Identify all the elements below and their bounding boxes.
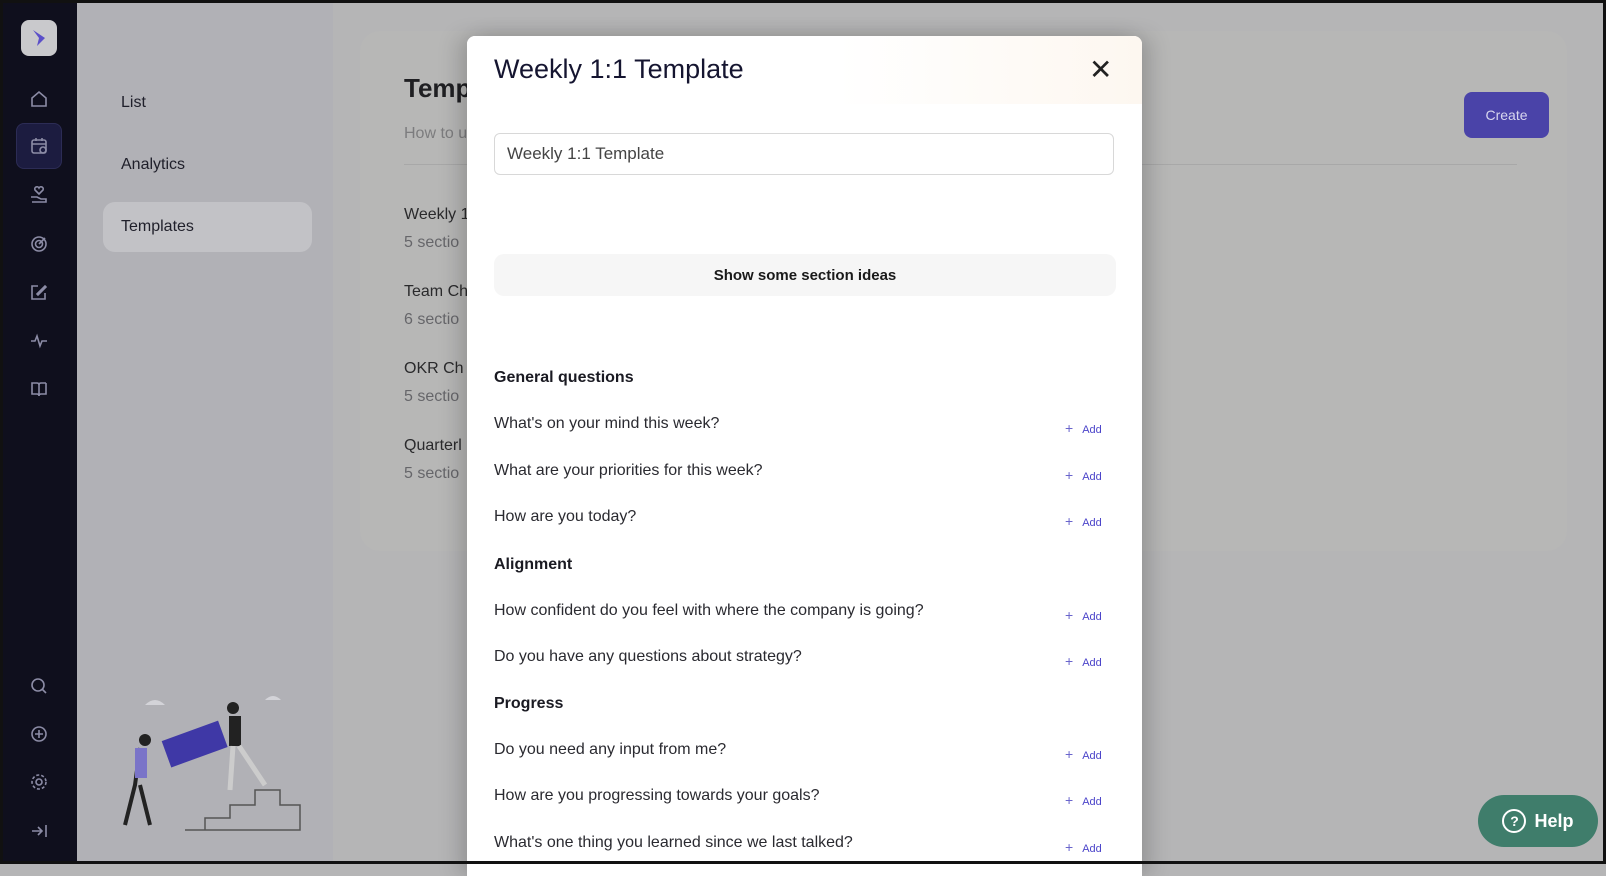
create-button[interactable]: Create [1464,92,1549,138]
collapse-icon[interactable] [21,813,57,849]
add-question-button[interactable]: + Add [1065,420,1102,436]
add-label: Add [1082,796,1102,808]
question-text: How are you today? [494,508,637,525]
add-question-button[interactable]: + Add [1065,653,1102,669]
plus-icon: + [1065,607,1074,623]
template-row[interactable]: OKR Ch 5 sectio [404,360,464,406]
subnav-item-list[interactable]: List [103,78,312,128]
section-heading: Progress [494,695,564,712]
add-question-button[interactable]: + Add [1065,467,1102,483]
add-label: Add [1082,517,1102,529]
question-text: What's one thing you learned since we la… [494,834,853,851]
template-sections: 5 sectio [404,388,460,405]
help-button[interactable]: ? Help [1478,795,1598,847]
target-icon[interactable] [21,226,57,262]
question-text: How confident do you feel with where the… [494,602,924,619]
add-label: Add [1082,424,1102,436]
edit-icon[interactable] [21,274,57,310]
add-question-button[interactable]: + Add [1065,607,1102,623]
template-name: Weekly 1 [404,206,470,223]
template-sections: 5 sectio [404,234,460,251]
add-label: Add [1082,471,1102,483]
gear-icon[interactable] [21,764,57,800]
question-circle-icon: ? [1502,809,1527,833]
show-section-ideas-button[interactable]: Show some section ideas [494,254,1116,296]
home-icon[interactable] [21,81,57,117]
plus-icon: + [1065,420,1074,436]
plus-icon: + [1065,839,1074,855]
add-question-button[interactable]: + Add [1065,792,1102,808]
book-icon[interactable] [21,371,57,407]
activity-icon[interactable] [21,323,57,359]
sub-navigation: List Analytics Templates [77,0,333,864]
plus-icon: + [1065,746,1074,762]
template-name: OKR Ch [404,360,464,377]
subnav-item-templates[interactable]: Templates [103,202,312,252]
add-question-button[interactable]: + Add [1065,513,1102,529]
page-title: Temp [404,73,472,103]
template-row[interactable]: Quarterl 5 sectio [404,437,462,483]
app-logo[interactable] [21,20,57,56]
search-icon[interactable] [21,668,57,704]
question-text: What's on your mind this week? [494,415,720,432]
plus-icon: + [1065,513,1074,529]
question-text: What are your priorities for this week? [494,462,763,479]
question-text: Do you have any questions about strategy… [494,648,802,665]
question-text: Do you need any input from me? [494,741,727,758]
section-heading: Alignment [494,556,573,573]
plus-icon: + [1065,653,1074,669]
plus-circle-icon[interactable] [21,716,57,752]
template-name-input[interactable] [494,133,1114,175]
subnav-item-analytics[interactable]: Analytics [103,140,312,190]
template-modal: Weekly 1:1 Template ✕ Show some section … [467,36,1142,876]
people-carrying-illustration [123,696,301,831]
page-subtitle: How to u [404,125,468,142]
heart-hand-icon[interactable] [21,177,57,213]
close-icon[interactable]: ✕ [1089,56,1112,84]
help-label: Help [1534,810,1574,831]
template-sections: 5 sectio [404,465,460,482]
add-label: Add [1082,843,1102,855]
template-name: Quarterl [404,437,462,454]
plus-icon: + [1065,467,1074,483]
add-label: Add [1082,611,1102,623]
template-name: Team Ch [404,283,469,300]
add-label: Add [1082,750,1102,762]
add-question-button[interactable]: + Add [1065,839,1102,855]
add-question-button[interactable]: + Add [1065,746,1102,762]
template-row[interactable]: Team Ch 6 sectio [404,283,468,329]
plus-icon: + [1065,792,1074,808]
calendar-icon[interactable] [16,123,62,169]
question-text: How are you progressing towards your goa… [494,787,820,804]
modal-title: Weekly 1:1 Template [494,54,744,84]
template-row[interactable]: Weekly 1 5 sectio [404,206,470,252]
template-sections: 6 sectio [404,311,460,328]
icon-rail [0,0,77,864]
add-label: Add [1082,657,1102,669]
section-heading: General questions [494,369,634,386]
